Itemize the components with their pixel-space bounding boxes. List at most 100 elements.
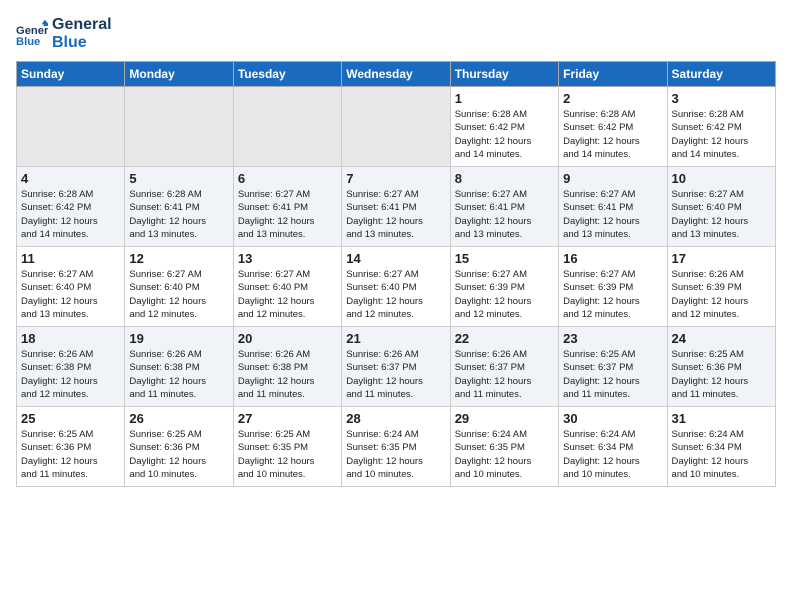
day-number: 23 xyxy=(563,331,662,346)
calendar-week-row: 25 Sunrise: 6:25 AM Sunset: 6:36 PM Dayli… xyxy=(17,407,776,487)
day-info: Sunrise: 6:27 AM Sunset: 6:40 PM Dayligh… xyxy=(346,268,445,321)
weekday-header-row: SundayMondayTuesdayWednesdayThursdayFrid… xyxy=(17,62,776,87)
calendar-cell: 31Sunrise: 6:24 AM Sunset: 6:34 PM Dayli… xyxy=(667,407,775,487)
day-info: Sunrise: 6:25 AM Sunset: 6:36 PM Dayligh… xyxy=(129,428,228,481)
calendar-cell: 24Sunrise: 6:25 AM Sunset: 6:36 PM Dayli… xyxy=(667,327,775,407)
day-info: Sunrise: 6:28 AM Sunset: 6:42 PM Dayligh… xyxy=(563,108,662,161)
day-number: 21 xyxy=(346,331,445,346)
day-info: Sunrise: 6:27 AM Sunset: 6:41 PM Dayligh… xyxy=(346,188,445,241)
day-info: Sunrise: 6:28 AM Sunset: 6:42 PM Dayligh… xyxy=(455,108,554,161)
calendar-cell: 29Sunrise: 6:24 AM Sunset: 6:35 PM Dayli… xyxy=(450,407,558,487)
calendar-cell: 22 Sunrise: 6:26 AM Sunset: 6:37 PM Dayli… xyxy=(450,327,558,407)
day-number: 9 xyxy=(563,171,662,186)
day-info: Sunrise: 6:28 AM Sunset: 6:42 PM Dayligh… xyxy=(21,188,120,241)
calendar-cell: 9Sunrise: 6:27 AM Sunset: 6:41 PM Daylig… xyxy=(559,167,667,247)
day-info: Sunrise: 6:26 AM Sunset: 6:38 PM Dayligh… xyxy=(238,348,337,401)
day-info: Sunrise: 6:26 AM Sunset: 6:38 PM Dayligh… xyxy=(129,348,228,401)
day-info: Sunrise: 6:26 AM Sunset: 6:37 PM Dayligh… xyxy=(346,348,445,401)
calendar-cell: 25 Sunrise: 6:25 AM Sunset: 6:36 PM Dayli… xyxy=(17,407,125,487)
day-info: Sunrise: 6:24 AM Sunset: 6:34 PM Dayligh… xyxy=(563,428,662,481)
calendar-cell: 14 Sunrise: 6:27 AM Sunset: 6:40 PM Dayli… xyxy=(342,247,450,327)
day-number: 27 xyxy=(238,411,337,426)
day-number: 7 xyxy=(346,171,445,186)
calendar-week-row: 4 Sunrise: 6:28 AM Sunset: 6:42 PM Daylig… xyxy=(17,167,776,247)
day-info: Sunrise: 6:25 AM Sunset: 6:36 PM Dayligh… xyxy=(21,428,120,481)
day-number: 11 xyxy=(21,251,120,266)
day-number: 17 xyxy=(672,251,771,266)
calendar-cell: 21 Sunrise: 6:26 AM Sunset: 6:37 PM Dayli… xyxy=(342,327,450,407)
day-info: Sunrise: 6:28 AM Sunset: 6:41 PM Dayligh… xyxy=(129,188,228,241)
day-number: 18 xyxy=(21,331,120,346)
day-number: 25 xyxy=(21,411,120,426)
calendar-cell: 15Sunrise: 6:27 AM Sunset: 6:39 PM Dayli… xyxy=(450,247,558,327)
calendar-cell: 8Sunrise: 6:27 AM Sunset: 6:41 PM Daylig… xyxy=(450,167,558,247)
calendar-cell: 18 Sunrise: 6:26 AM Sunset: 6:38 PM Dayli… xyxy=(17,327,125,407)
calendar-cell xyxy=(17,87,125,167)
calendar-cell xyxy=(342,87,450,167)
weekday-header-monday: Monday xyxy=(125,62,233,87)
day-number: 2 xyxy=(563,91,662,106)
day-info: Sunrise: 6:27 AM Sunset: 6:40 PM Dayligh… xyxy=(129,268,228,321)
calendar-container: General Blue General Blue SundayMondayTu… xyxy=(0,0,792,495)
logo-general: General xyxy=(52,16,112,34)
weekday-header-sunday: Sunday xyxy=(17,62,125,87)
day-info: Sunrise: 6:24 AM Sunset: 6:34 PM Dayligh… xyxy=(672,428,771,481)
logo-blue: Blue xyxy=(52,34,112,52)
day-number: 5 xyxy=(129,171,228,186)
day-number: 12 xyxy=(129,251,228,266)
day-info: Sunrise: 6:24 AM Sunset: 6:35 PM Dayligh… xyxy=(346,428,445,481)
calendar-cell: 16 Sunrise: 6:27 AM Sunset: 6:39 PM Dayli… xyxy=(559,247,667,327)
calendar-cell: 17 Sunrise: 6:26 AM Sunset: 6:39 PM Dayli… xyxy=(667,247,775,327)
day-number: 29 xyxy=(455,411,554,426)
weekday-header-wednesday: Wednesday xyxy=(342,62,450,87)
day-number: 24 xyxy=(672,331,771,346)
day-number: 30 xyxy=(563,411,662,426)
logo-icon: General Blue xyxy=(16,18,48,50)
day-number: 6 xyxy=(238,171,337,186)
day-info: Sunrise: 6:27 AM Sunset: 6:40 PM Dayligh… xyxy=(21,268,120,321)
day-number: 8 xyxy=(455,171,554,186)
calendar-cell xyxy=(233,87,341,167)
day-info: Sunrise: 6:26 AM Sunset: 6:38 PM Dayligh… xyxy=(21,348,120,401)
day-info: Sunrise: 6:27 AM Sunset: 6:39 PM Dayligh… xyxy=(563,268,662,321)
calendar-cell: 3 Sunrise: 6:28 AM Sunset: 6:42 PM Daylig… xyxy=(667,87,775,167)
day-number: 4 xyxy=(21,171,120,186)
calendar-cell: 20Sunrise: 6:26 AM Sunset: 6:38 PM Dayli… xyxy=(233,327,341,407)
calendar-cell: 11 Sunrise: 6:27 AM Sunset: 6:40 PM Dayli… xyxy=(17,247,125,327)
calendar-week-row: 11 Sunrise: 6:27 AM Sunset: 6:40 PM Dayli… xyxy=(17,247,776,327)
weekday-header-tuesday: Tuesday xyxy=(233,62,341,87)
day-info: Sunrise: 6:26 AM Sunset: 6:37 PM Dayligh… xyxy=(455,348,554,401)
calendar-cell xyxy=(125,87,233,167)
day-number: 28 xyxy=(346,411,445,426)
day-number: 16 xyxy=(563,251,662,266)
calendar-cell: 4 Sunrise: 6:28 AM Sunset: 6:42 PM Daylig… xyxy=(17,167,125,247)
calendar-cell: 28 Sunrise: 6:24 AM Sunset: 6:35 PM Dayli… xyxy=(342,407,450,487)
weekday-header-friday: Friday xyxy=(559,62,667,87)
calendar-cell: 13Sunrise: 6:27 AM Sunset: 6:40 PM Dayli… xyxy=(233,247,341,327)
day-number: 26 xyxy=(129,411,228,426)
calendar-table: SundayMondayTuesdayWednesdayThursdayFrid… xyxy=(16,61,776,487)
calendar-cell: 23 Sunrise: 6:25 AM Sunset: 6:37 PM Dayli… xyxy=(559,327,667,407)
day-info: Sunrise: 6:25 AM Sunset: 6:37 PM Dayligh… xyxy=(563,348,662,401)
svg-text:Blue: Blue xyxy=(16,36,40,48)
day-number: 3 xyxy=(672,91,771,106)
calendar-cell: 2 Sunrise: 6:28 AM Sunset: 6:42 PM Daylig… xyxy=(559,87,667,167)
calendar-week-row: 1 Sunrise: 6:28 AM Sunset: 6:42 PM Daylig… xyxy=(17,87,776,167)
day-number: 22 xyxy=(455,331,554,346)
day-number: 10 xyxy=(672,171,771,186)
day-number: 19 xyxy=(129,331,228,346)
calendar-cell: 19 Sunrise: 6:26 AM Sunset: 6:38 PM Dayli… xyxy=(125,327,233,407)
day-number: 14 xyxy=(346,251,445,266)
day-info: Sunrise: 6:26 AM Sunset: 6:39 PM Dayligh… xyxy=(672,268,771,321)
calendar-cell: 7 Sunrise: 6:27 AM Sunset: 6:41 PM Daylig… xyxy=(342,167,450,247)
day-info: Sunrise: 6:27 AM Sunset: 6:40 PM Dayligh… xyxy=(672,188,771,241)
day-info: Sunrise: 6:27 AM Sunset: 6:39 PM Dayligh… xyxy=(455,268,554,321)
day-info: Sunrise: 6:28 AM Sunset: 6:42 PM Dayligh… xyxy=(672,108,771,161)
day-info: Sunrise: 6:27 AM Sunset: 6:40 PM Dayligh… xyxy=(238,268,337,321)
calendar-cell: 5 Sunrise: 6:28 AM Sunset: 6:41 PM Daylig… xyxy=(125,167,233,247)
day-number: 1 xyxy=(455,91,554,106)
calendar-week-row: 18 Sunrise: 6:26 AM Sunset: 6:38 PM Dayli… xyxy=(17,327,776,407)
logo: General Blue General Blue xyxy=(16,16,112,51)
day-info: Sunrise: 6:27 AM Sunset: 6:41 PM Dayligh… xyxy=(238,188,337,241)
calendar-cell: 12 Sunrise: 6:27 AM Sunset: 6:40 PM Dayli… xyxy=(125,247,233,327)
